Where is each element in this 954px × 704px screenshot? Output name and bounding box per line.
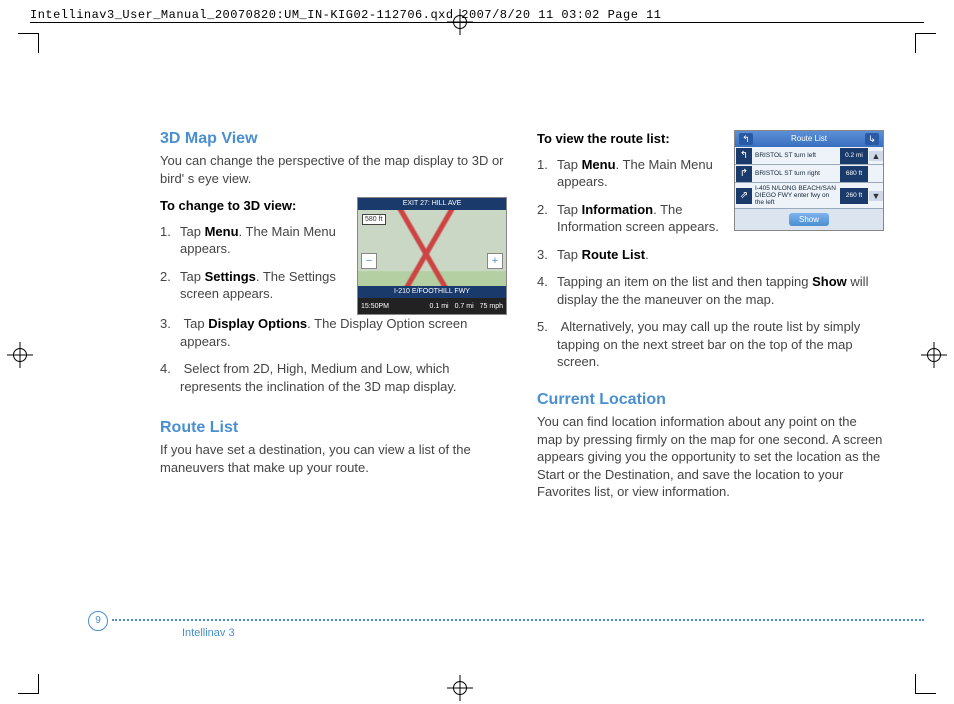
heading-3d-map-view: 3D Map View (160, 130, 507, 148)
registration-mark (450, 12, 470, 32)
doc-header-line: Intellinav3_User_Manual_20070820:UM_IN-K… (30, 8, 924, 22)
left-column: 3D Map View You can change the perspecti… (160, 130, 507, 509)
body-text: You can change the perspective of the ma… (160, 152, 507, 187)
crop-mark (18, 693, 38, 694)
route-list-title: Route List (791, 134, 827, 143)
list-item: 1.Tap Menu. The Main Menu appears. (180, 223, 507, 258)
map-speed: 75 mph (477, 303, 506, 310)
list-item: 4.Tapping an item on the list and then t… (557, 273, 884, 308)
close-icon[interactable]: ↳ (865, 133, 879, 145)
scroll-down-icon[interactable]: ▼ (869, 191, 883, 201)
list-item: 3. Tap Display Options. The Display Opti… (180, 315, 507, 350)
crop-mark (18, 33, 38, 34)
heading-current-location: Current Location (537, 391, 884, 409)
crop-mark (916, 33, 936, 34)
body-text: If you have set a destination, you can v… (160, 441, 507, 476)
list-item: 2.Tap Information. The Information scree… (557, 201, 884, 236)
registration-mark (924, 345, 944, 365)
map-time: 15:50PM (358, 303, 392, 310)
list-item: 2.Tap Settings. The Settings screen appe… (180, 268, 507, 303)
registration-mark (450, 678, 470, 698)
footer-label: Intellinav 3 (182, 627, 924, 639)
map-dist1: 0.1 mi (427, 303, 452, 310)
crop-mark (38, 674, 39, 694)
list-item: 5. Alternatively, you may call up the ro… (557, 318, 884, 371)
map-dist2: 0.7 mi (452, 303, 477, 310)
page-footer: 9 Intellinav 3 (70, 619, 924, 639)
crop-mark (915, 33, 916, 53)
registration-mark (10, 345, 30, 365)
instruction-list: 3.Tap Route List. 4.Tapping an item on t… (537, 246, 884, 371)
crop-mark (915, 674, 916, 694)
footer-dotted-line (112, 619, 924, 621)
header-rule (30, 22, 924, 23)
right-column: ↰ Route List ↳ ↰ BRISTOL ST turn left 0.… (537, 130, 884, 509)
list-item: 4. Select from 2D, High, Medium and Low,… (180, 360, 507, 395)
instruction-list: 3. Tap Display Options. The Display Opti… (160, 315, 507, 395)
map-top-street-bar: EXIT 27: HILL AVE (358, 198, 506, 210)
list-item: 3.Tap Route List. (557, 246, 884, 264)
route-list-header: ↰ Route List ↳ (735, 131, 883, 147)
heading-route-list: Route List (160, 419, 507, 437)
page-number-badge: 9 (88, 611, 108, 631)
body-text: You can find location information about … (537, 413, 884, 501)
list-item: 1.Tap Menu. The Main Menu appears. (557, 156, 884, 191)
crop-mark (38, 33, 39, 53)
crop-mark (916, 693, 936, 694)
back-icon[interactable]: ↰ (739, 133, 753, 145)
